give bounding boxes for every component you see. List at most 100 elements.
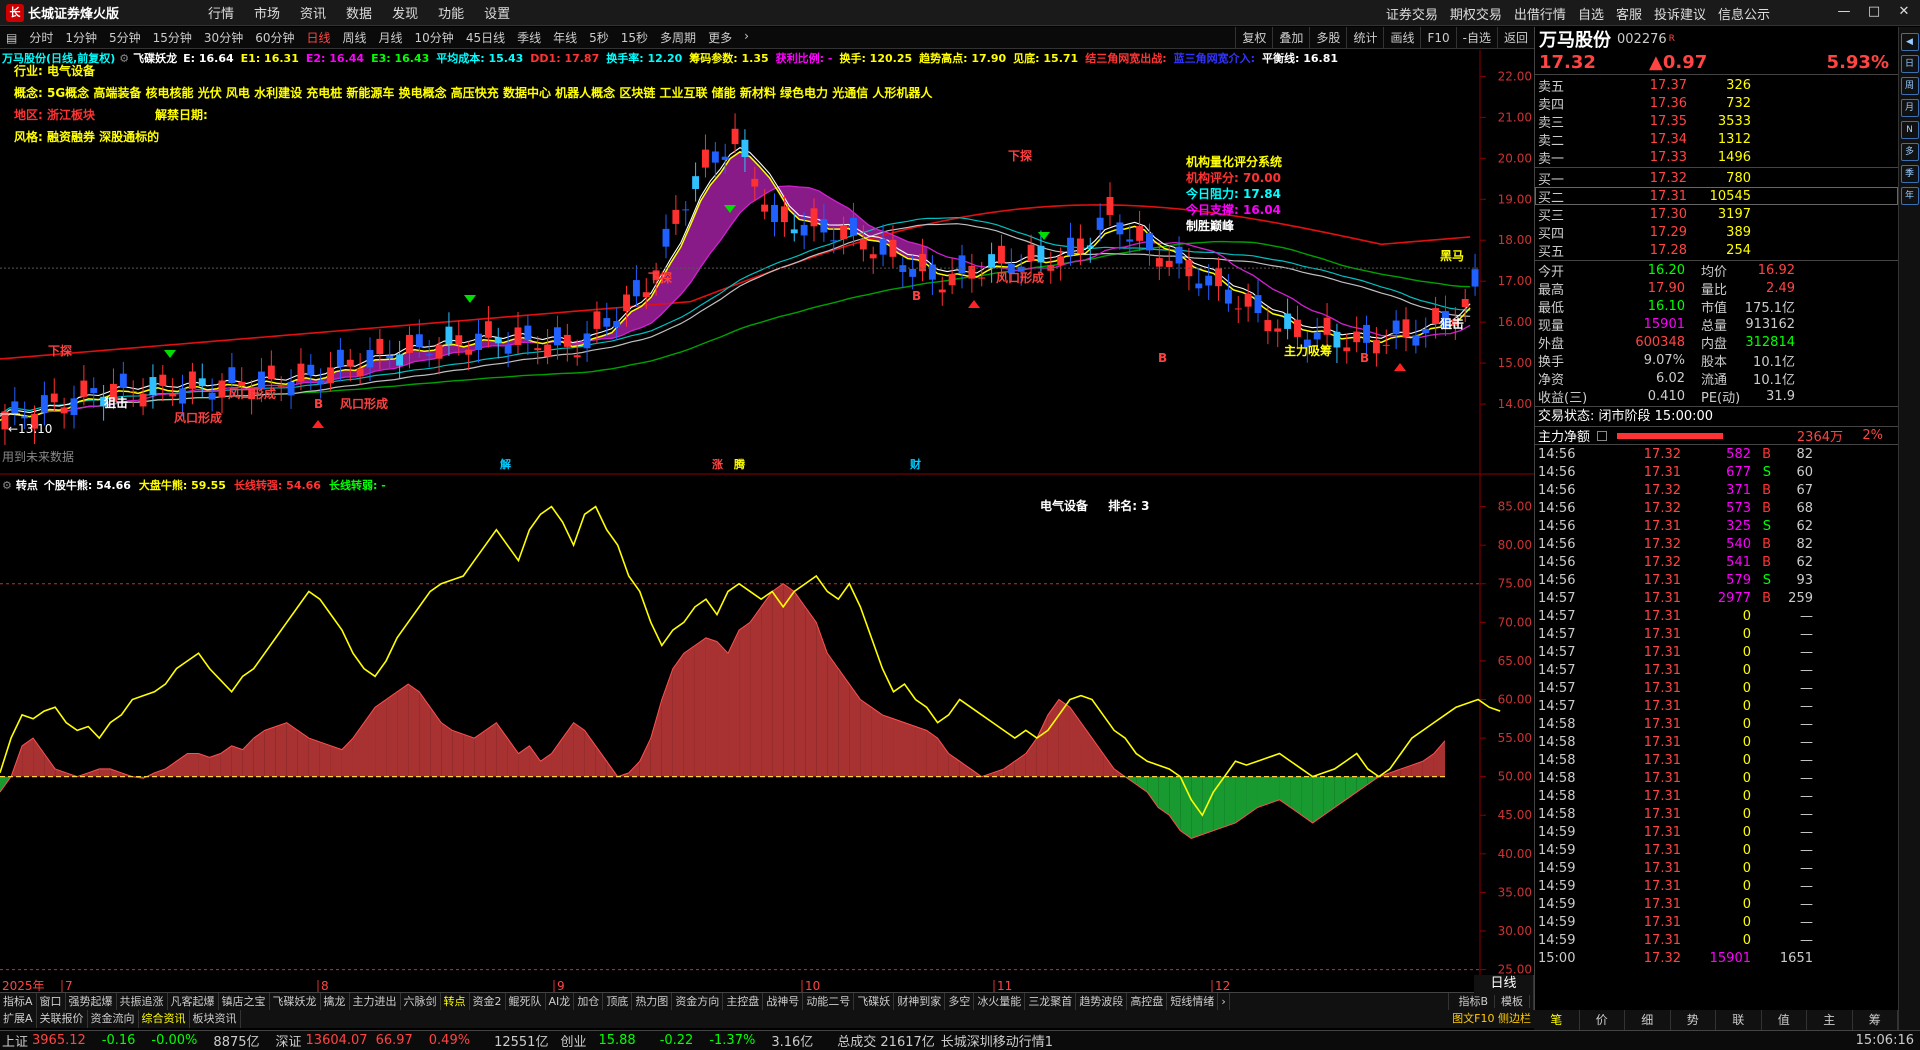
right-menu-item-2[interactable]: 出借行情 bbox=[1514, 4, 1566, 23]
period-tab-1[interactable]: 1分钟 bbox=[59, 29, 103, 46]
indicator-tab-6[interactable]: 飞碟妖龙 bbox=[270, 993, 321, 1010]
quote-tab-4[interactable]: 联 bbox=[1716, 1010, 1762, 1030]
indicator-tab-14[interactable]: 加仓 bbox=[574, 993, 604, 1010]
indicator-tab-28[interactable]: 短线情绪 bbox=[1167, 993, 1219, 1010]
period-tab-11[interactable]: 季线 bbox=[511, 29, 547, 46]
right-menu-item-6[interactable]: 信息公示 bbox=[1718, 4, 1770, 23]
indicator-tab-13[interactable]: AI龙 bbox=[546, 993, 575, 1010]
period-tab-0[interactable]: 分时 bbox=[23, 29, 59, 46]
minimize-icon[interactable]: — bbox=[1832, 2, 1856, 22]
indicator-tab-19[interactable]: 战神号 bbox=[763, 993, 804, 1010]
menu-item-4[interactable]: 发现 bbox=[392, 3, 418, 22]
indicator-tab-25[interactable]: 三龙聚首 bbox=[1025, 993, 1077, 1010]
indicator-tab-2[interactable]: 强势起爆 bbox=[66, 993, 117, 1010]
indicator-chart-panel[interactable]: ⚙ 转点 个股牛熊: 54.66 大盘牛熊: 59.55 长线转强: 54.66 长线转弱… bbox=[0, 475, 1534, 992]
indicator-tab-5[interactable]: 镇店之宝 bbox=[219, 993, 270, 1010]
ask-row-4[interactable]: 卖一 17.33 1496 bbox=[1535, 148, 1898, 167]
toolbar-btn-5[interactable]: F10 bbox=[1420, 27, 1455, 49]
indicator-tab-21[interactable]: 飞碟妖 bbox=[854, 993, 895, 1010]
period-tab-6[interactable]: 日线 bbox=[300, 29, 336, 46]
menu-item-1[interactable]: 市场 bbox=[254, 3, 280, 22]
indicator-tab-17[interactable]: 资金方向 bbox=[672, 993, 724, 1010]
ext-tab-2[interactable]: 资金流向 bbox=[88, 1010, 139, 1028]
indicator-tab-4[interactable]: 凡客起爆 bbox=[168, 993, 219, 1010]
ext-tab-0[interactable]: 扩展A bbox=[0, 1010, 37, 1028]
toolbar-btn-7[interactable]: 返回 bbox=[1496, 27, 1534, 49]
tick-list[interactable]: 14:56 17.32 582 B 82 14:56 17.31 677 S 60 14:56 17.… bbox=[1535, 445, 1898, 967]
indicator-tab-27[interactable]: 高控盘 bbox=[1127, 993, 1168, 1010]
quote-tab-2[interactable]: 细 bbox=[1625, 1010, 1671, 1030]
period-tab-12[interactable]: 年线 bbox=[547, 29, 583, 46]
toolbar-btn-2[interactable]: 多股 bbox=[1309, 27, 1346, 49]
sidebar-icon-5[interactable]: 多 bbox=[1900, 143, 1919, 161]
ask-row-3[interactable]: 卖二 17.34 1312 bbox=[1535, 130, 1898, 149]
sidebar-icon-6[interactable]: 季 bbox=[1900, 165, 1919, 183]
right-menu-item-5[interactable]: 投诉建议 bbox=[1654, 4, 1706, 23]
period-tab-15[interactable]: 多周期 bbox=[654, 29, 702, 46]
period-tab-5[interactable]: 60分钟 bbox=[249, 29, 300, 46]
ask-row-2[interactable]: 卖三 17.35 3533 bbox=[1535, 112, 1898, 131]
ask-row-1[interactable]: 卖四 17.36 732 bbox=[1535, 94, 1898, 113]
period-tab-9[interactable]: 10分钟 bbox=[409, 29, 460, 46]
maximize-icon[interactable]: □ bbox=[1862, 2, 1886, 22]
indicator-tab-22[interactable]: 财神到家 bbox=[894, 993, 946, 1010]
period-tab-2[interactable]: 5分钟 bbox=[103, 29, 147, 46]
indicator-tab-24[interactable]: 冰火量能 bbox=[974, 993, 1026, 1010]
right-menu-item-1[interactable]: 期权交易 bbox=[1450, 4, 1502, 23]
indicator-tab-26[interactable]: 趋势波段 bbox=[1076, 993, 1128, 1010]
bid-row-0[interactable]: 买一 17.32 780 bbox=[1535, 169, 1898, 188]
bid-row-3[interactable]: 买四 17.29 389 bbox=[1535, 223, 1898, 242]
sidebar-icon-2[interactable]: 周 bbox=[1900, 77, 1919, 95]
indicator-right-tab-0[interactable]: 指标B bbox=[1452, 995, 1495, 1008]
toolbar-btn-4[interactable]: 画线 bbox=[1383, 27, 1420, 49]
indicator-tab-18[interactable]: 主控盘 bbox=[723, 993, 764, 1010]
indicator-tab-12[interactable]: 鲲死队 bbox=[506, 993, 546, 1010]
toolbar-btn-0[interactable]: 复权 bbox=[1235, 27, 1272, 49]
menu-item-0[interactable]: 行情 bbox=[208, 3, 234, 22]
period-tab-16[interactable]: 更多 bbox=[702, 29, 738, 46]
sidebar-icon-7[interactable]: 年 bbox=[1900, 187, 1919, 205]
bid-row-1[interactable]: 买二 17.31 10545 bbox=[1535, 187, 1898, 206]
period-tab-13[interactable]: 5秒 bbox=[583, 29, 615, 46]
indicator-tab-20[interactable]: 动能二号 bbox=[803, 993, 855, 1010]
menu-item-3[interactable]: 数据 bbox=[346, 3, 372, 22]
toolbar-btn-6[interactable]: -自选 bbox=[1455, 27, 1497, 49]
period-tab-14[interactable]: 15秒 bbox=[615, 29, 654, 46]
sidebar-icon-1[interactable]: 日 bbox=[1900, 55, 1919, 73]
f10-sidebar-toggle[interactable]: 图文F10 侧边栏 bbox=[1449, 1010, 1534, 1028]
period-tab-3[interactable]: 15分钟 bbox=[147, 29, 198, 46]
quote-tab-3[interactable]: 势 bbox=[1671, 1010, 1716, 1030]
indicator-tab-3[interactable]: 共振追涨 bbox=[117, 993, 168, 1010]
toolbar-btn-3[interactable]: 统计 bbox=[1346, 27, 1383, 49]
sidebar-icon-0[interactable]: ◀ bbox=[1900, 33, 1919, 51]
flow-toggle-icon[interactable] bbox=[1597, 430, 1607, 441]
period-tab-10[interactable]: 45日线 bbox=[460, 29, 511, 46]
tabs-more-icon[interactable]: › bbox=[1218, 993, 1230, 1010]
indicator-tab-15[interactable]: 顶底 bbox=[603, 993, 633, 1010]
ask-row-0[interactable]: 卖五 17.37 326 bbox=[1535, 76, 1898, 95]
quote-tab-6[interactable]: 主 bbox=[1807, 1010, 1853, 1030]
bid-row-4[interactable]: 买五 17.28 254 bbox=[1535, 241, 1898, 260]
indicator-tab-9[interactable]: 六脉剑 bbox=[401, 993, 441, 1010]
right-menu-item-3[interactable]: 自选 bbox=[1578, 4, 1604, 23]
sidebar-icon-4[interactable]: N bbox=[1900, 121, 1919, 139]
close-icon[interactable]: ✕ bbox=[1892, 2, 1916, 22]
ext-tab-1[interactable]: 关联报价 bbox=[37, 1010, 88, 1028]
right-menu-item-0[interactable]: 证券交易 bbox=[1386, 4, 1438, 23]
period-tab-4[interactable]: 30分钟 bbox=[198, 29, 249, 46]
ext-tab-3[interactable]: 综合资讯 bbox=[139, 1010, 190, 1028]
indicator-tab-7[interactable]: 擒龙 bbox=[321, 993, 350, 1010]
right-menu-item-4[interactable]: 客服 bbox=[1616, 4, 1642, 23]
kline-chart-panel[interactable]: 万马股份(日线,前复权) ⚙ 飞碟妖龙 E: 16.64 E1: 16.31 E2: 16… bbox=[0, 50, 1534, 475]
ext-tab-4[interactable]: 板块资讯 bbox=[190, 1010, 241, 1028]
menu-item-6[interactable]: 设置 bbox=[484, 3, 510, 22]
indicator-tab-23[interactable]: 多空 bbox=[945, 993, 975, 1010]
more-chevron-icon[interactable]: › bbox=[738, 29, 755, 46]
menu-item-2[interactable]: 资讯 bbox=[300, 3, 326, 22]
indicator-tab-16[interactable]: 热力图 bbox=[632, 993, 673, 1010]
indicator-tab-10[interactable]: 转点 bbox=[441, 993, 470, 1010]
toolbar-btn-1[interactable]: 叠加 bbox=[1272, 27, 1309, 49]
indicator-tab-11[interactable]: 资金2 bbox=[470, 993, 506, 1010]
sidebar-icon-3[interactable]: 月 bbox=[1900, 99, 1919, 117]
quote-tab-5[interactable]: 值 bbox=[1762, 1010, 1807, 1030]
